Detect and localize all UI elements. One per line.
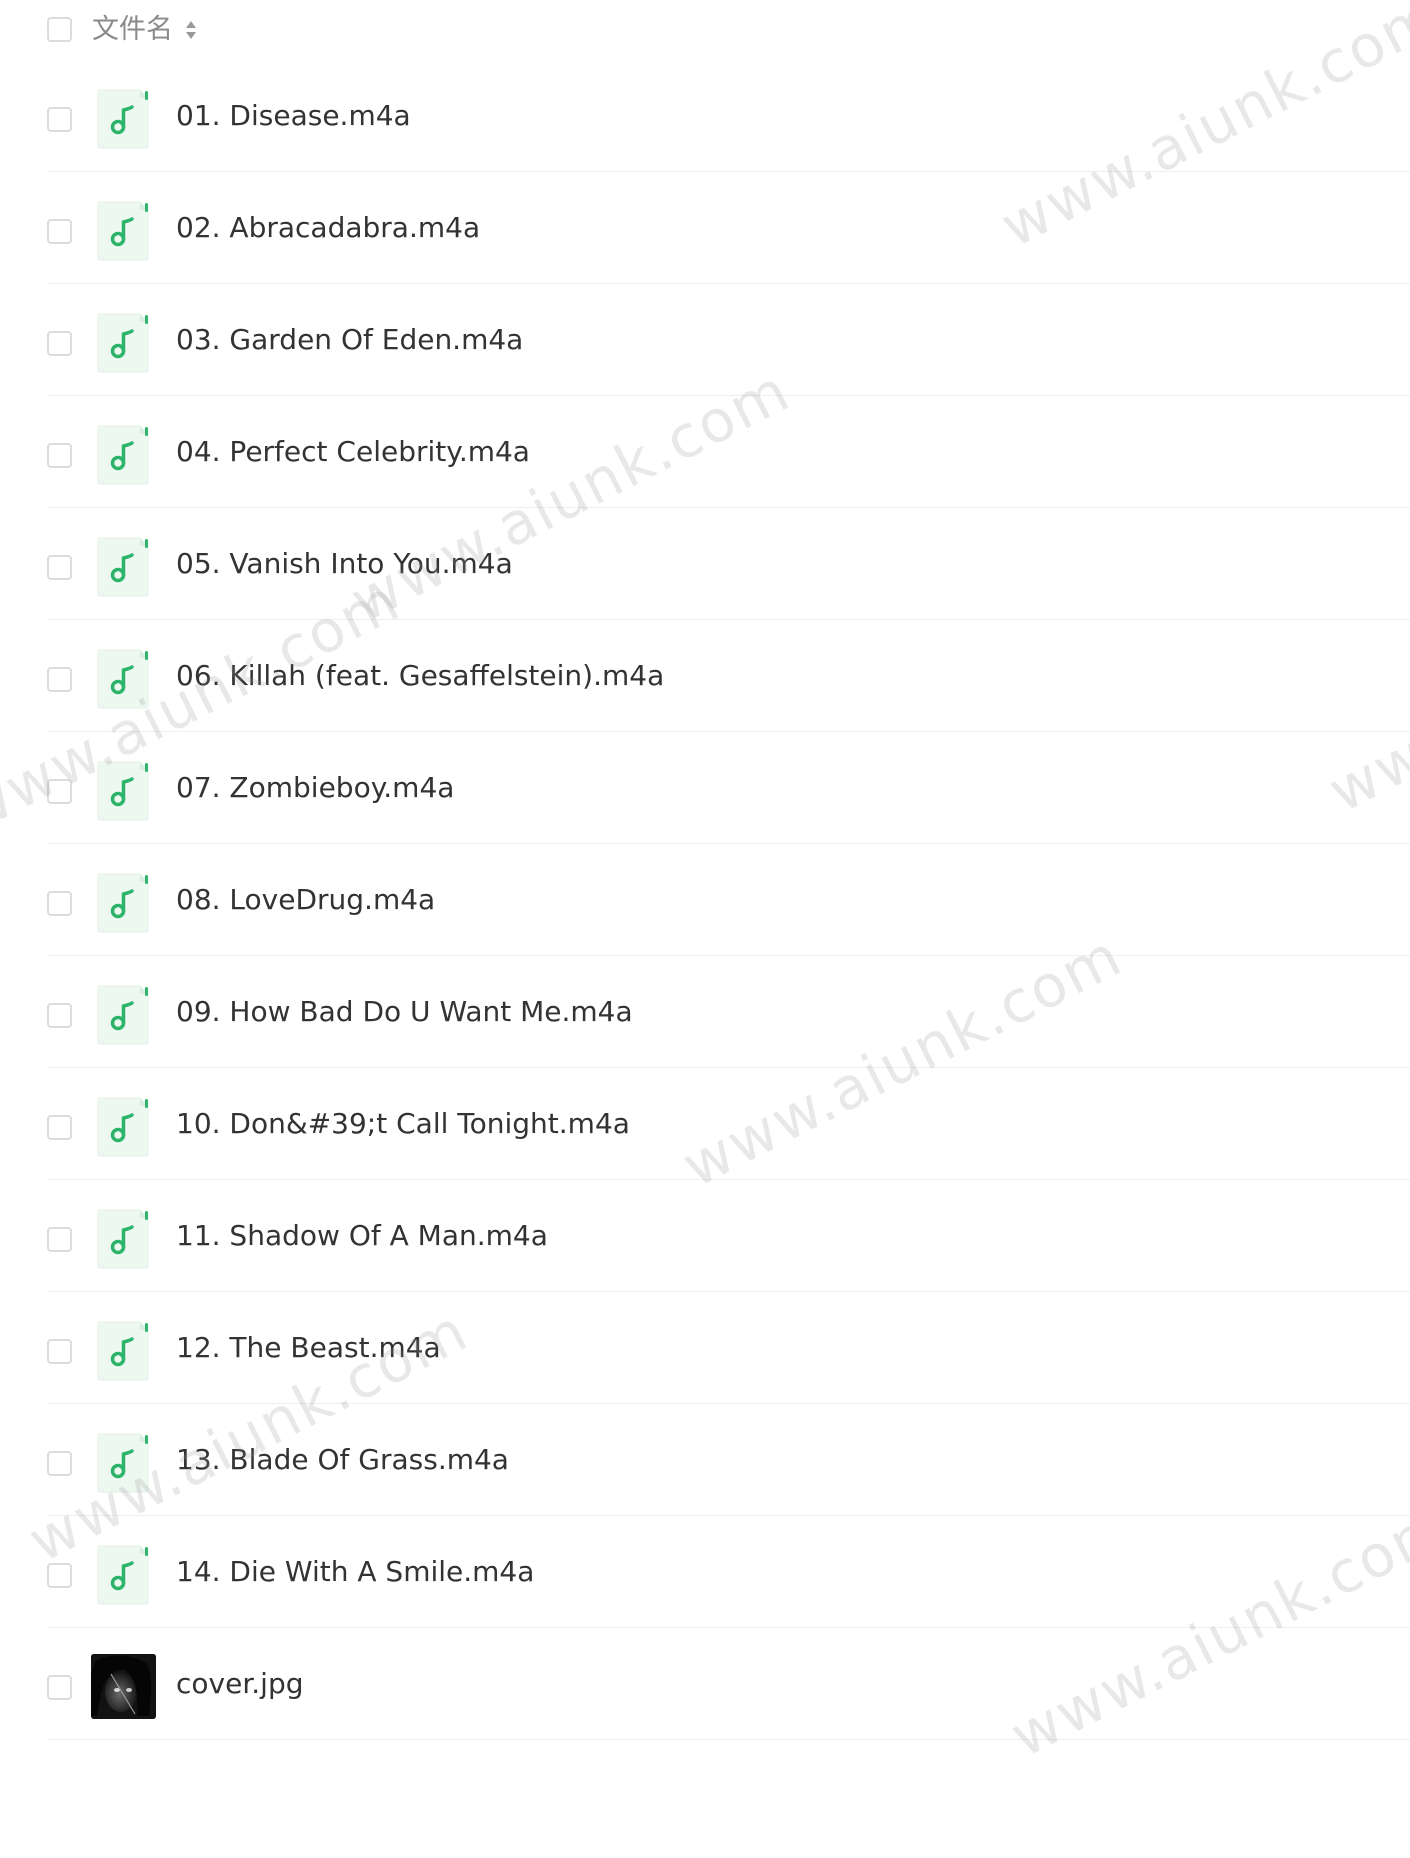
file-name[interactable]: 13. Blade Of Grass.m4a (176, 1442, 509, 1478)
file-checkbox[interactable] (47, 107, 72, 132)
file-name[interactable]: 11. Shadow Of A Man.m4a (176, 1218, 548, 1254)
music-note-file-icon (97, 201, 149, 261)
file-name[interactable]: 06. Killah (feat. Gesaffelstein).m4a (176, 658, 664, 694)
file-checkbox[interactable] (47, 443, 72, 468)
file-checkbox[interactable] (47, 555, 72, 580)
file-name[interactable]: 02. Abracadabra.m4a (176, 210, 480, 246)
file-name[interactable]: 04. Perfect Celebrity.m4a (176, 434, 530, 470)
file-row[interactable]: 10. Don&#39;t Call Tonight.m4a (0, 1068, 1410, 1180)
file-rows: 01. Disease.m4a 02. Abracadabra.m4a 03. Ga… (0, 60, 1410, 1740)
file-checkbox[interactable] (47, 1339, 72, 1364)
file-row[interactable]: 01. Disease.m4a (0, 60, 1410, 172)
file-name[interactable]: 07. Zombieboy.m4a (176, 770, 454, 806)
file-name[interactable]: cover.jpg (176, 1666, 304, 1702)
file-row[interactable]: 03. Garden Of Eden.m4a (0, 284, 1410, 396)
file-checkbox[interactable] (47, 1115, 72, 1140)
music-note-file-icon (97, 1209, 149, 1269)
file-checkbox[interactable] (47, 779, 72, 804)
file-row[interactable]: 06. Killah (feat. Gesaffelstein).m4a (0, 620, 1410, 732)
file-checkbox[interactable] (47, 1451, 72, 1476)
music-note-file-icon (97, 425, 149, 485)
file-checkbox[interactable] (47, 1227, 72, 1252)
file-checkbox[interactable] (47, 1675, 72, 1700)
file-name[interactable]: 14. Die With A Smile.m4a (176, 1554, 534, 1590)
music-note-file-icon (97, 985, 149, 1045)
file-name[interactable]: 08. LoveDrug.m4a (176, 882, 435, 918)
file-row[interactable]: 02. Abracadabra.m4a (0, 172, 1410, 284)
music-note-file-icon (97, 873, 149, 933)
file-row[interactable]: 07. Zombieboy.m4a (0, 732, 1410, 844)
file-name[interactable]: 03. Garden Of Eden.m4a (176, 322, 523, 358)
file-checkbox[interactable] (47, 219, 72, 244)
file-row[interactable]: 09. How Bad Do U Want Me.m4a (0, 956, 1410, 1068)
music-note-file-icon (97, 89, 149, 149)
file-checkbox[interactable] (47, 891, 72, 916)
file-name[interactable]: 10. Don&#39;t Call Tonight.m4a (176, 1106, 630, 1142)
filename-column-header[interactable]: 文件名 (92, 12, 173, 48)
sort-arrows-icon[interactable] (184, 18, 198, 42)
file-row[interactable]: 08. LoveDrug.m4a (0, 844, 1410, 956)
file-list: 文件名 01. Disease.m4a 02. Abracadabra.m4a 03… (0, 0, 1410, 1740)
music-note-file-icon (97, 1545, 149, 1605)
music-note-file-icon (97, 537, 149, 597)
file-row[interactable]: 14. Die With A Smile.m4a (0, 1516, 1410, 1628)
select-all-checkbox[interactable] (47, 17, 72, 42)
file-row[interactable]: 04. Perfect Celebrity.m4a (0, 396, 1410, 508)
file-checkbox[interactable] (47, 1003, 72, 1028)
image-thumbnail (91, 1654, 156, 1719)
list-header: 文件名 (0, 0, 1410, 60)
file-row[interactable]: 12. The Beast.m4a (0, 1292, 1410, 1404)
file-checkbox[interactable] (47, 667, 72, 692)
music-note-file-icon (97, 761, 149, 821)
file-checkbox[interactable] (47, 331, 72, 356)
file-row[interactable]: 13. Blade Of Grass.m4a (0, 1404, 1410, 1516)
music-note-file-icon (97, 1097, 149, 1157)
file-name[interactable]: 01. Disease.m4a (176, 98, 411, 134)
file-name[interactable]: 12. The Beast.m4a (176, 1330, 441, 1366)
music-note-file-icon (97, 313, 149, 373)
music-note-file-icon (97, 649, 149, 709)
file-name[interactable]: 05. Vanish Into You.m4a (176, 546, 513, 582)
file-row[interactable]: cover.jpg (0, 1628, 1410, 1740)
file-row[interactable]: 11. Shadow Of A Man.m4a (0, 1180, 1410, 1292)
file-row[interactable]: 05. Vanish Into You.m4a (0, 508, 1410, 620)
music-note-file-icon (97, 1321, 149, 1381)
file-checkbox[interactable] (47, 1563, 72, 1588)
file-name[interactable]: 09. How Bad Do U Want Me.m4a (176, 994, 633, 1030)
music-note-file-icon (97, 1433, 149, 1493)
